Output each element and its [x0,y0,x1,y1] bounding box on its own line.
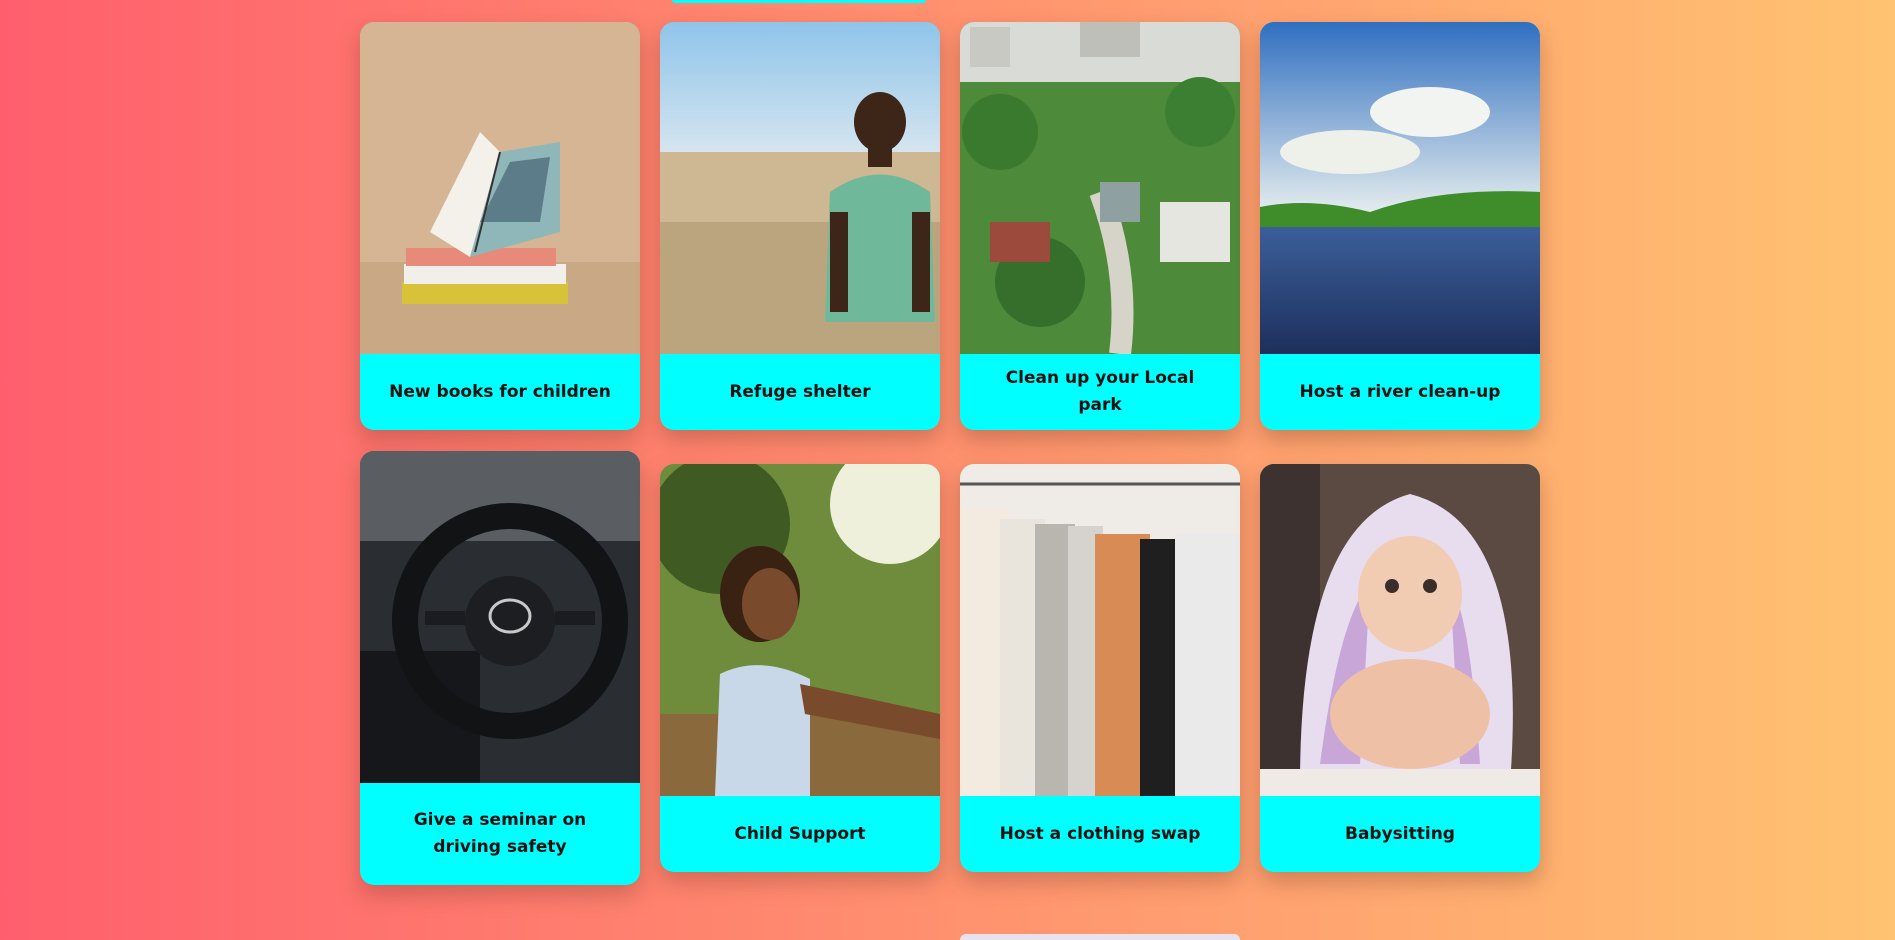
card-babysitting[interactable]: Babysitting [1260,464,1540,872]
card-title: Child Support [734,823,866,844]
card-title: New books for children [389,381,611,402]
previous-card-edge [672,0,926,3]
card-title: Clean up your Local park [1005,368,1195,415]
card-host-clothing-swap[interactable]: Host a clothing swap [960,464,1240,872]
next-card-edge [960,934,1240,940]
boy-in-field-photo [660,22,940,354]
card-title: Refuge shelter [729,381,871,402]
card-refuge-shelter[interactable]: Refuge shelter [660,22,940,430]
card-title: Give a seminar on driving safety [413,810,587,857]
steering-wheel-photo [360,451,640,783]
card-title: Host a clothing swap [999,823,1201,844]
card-title: Babysitting [1345,823,1455,844]
park-aerial-photo [960,22,1240,354]
card-title: Host a river clean-up [1299,381,1501,402]
card-seminar-driving-safety[interactable]: Give a seminar on driving safety [360,451,640,885]
card-host-river-clean-up[interactable]: Host a river clean-up [1260,22,1540,430]
books-photo [360,22,640,354]
card-child-support[interactable]: Child Support [660,464,940,872]
river-photo [1260,22,1540,354]
girl-smiling-photo [660,464,940,796]
clothing-rack-photo [960,464,1240,796]
baby-blanket-photo [1260,464,1540,796]
card-new-books-for-children[interactable]: New books for children [360,22,640,430]
card-clean-up-local-park[interactable]: Clean up your Local park [960,22,1240,430]
